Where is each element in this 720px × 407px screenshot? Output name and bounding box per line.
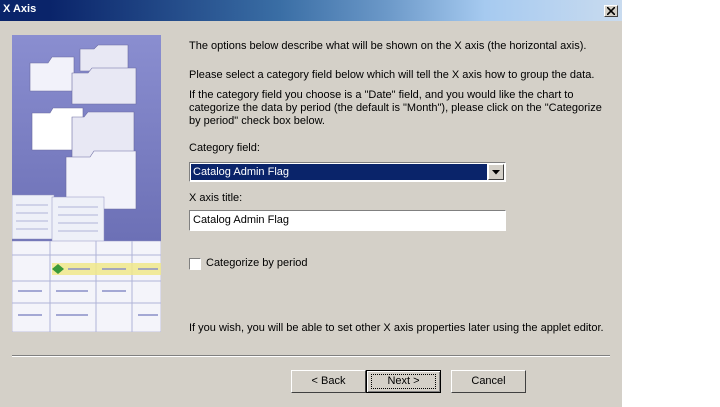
button-separator bbox=[12, 355, 610, 357]
dialog-title: X Axis bbox=[3, 3, 37, 15]
footer-note: If you wish, you will be able to set oth… bbox=[189, 322, 604, 334]
category-field-label: Category field: bbox=[189, 142, 260, 154]
cancel-button[interactable]: Cancel bbox=[451, 370, 526, 393]
title-bar[interactable]: X Axis bbox=[0, 0, 622, 21]
close-button[interactable] bbox=[604, 5, 618, 17]
date-note-line-2: categorize the data by period (the defau… bbox=[189, 102, 602, 114]
folders-and-table-illustration bbox=[12, 35, 161, 332]
close-icon bbox=[607, 7, 615, 15]
wizard-illustration bbox=[12, 35, 161, 332]
dropdown-button[interactable] bbox=[488, 164, 504, 180]
date-note-line-3: by period" check box below. bbox=[189, 115, 325, 127]
next-button[interactable]: Next > bbox=[366, 370, 441, 393]
categorize-by-period-label[interactable]: Categorize by period bbox=[206, 257, 308, 270]
date-note-line-1: If the category field you choose is a "D… bbox=[189, 89, 574, 101]
intro-text: The options below describe what will be … bbox=[189, 40, 587, 52]
chevron-down-icon bbox=[492, 170, 500, 175]
x-axis-title-input[interactable]: Catalog Admin Flag bbox=[189, 210, 506, 231]
next-button-label: Next > bbox=[387, 375, 420, 387]
category-field-value: Catalog Admin Flag bbox=[191, 164, 487, 180]
back-button[interactable]: < Back bbox=[291, 370, 366, 393]
categorize-by-period-checkbox[interactable] bbox=[189, 258, 201, 270]
category-field-select[interactable]: Catalog Admin Flag bbox=[189, 162, 506, 182]
x-axis-title-label: X axis title: bbox=[189, 192, 243, 204]
instruction-text: Please select a category field below whi… bbox=[189, 69, 595, 81]
x-axis-dialog: X Axis The options below describe what w… bbox=[0, 0, 622, 407]
